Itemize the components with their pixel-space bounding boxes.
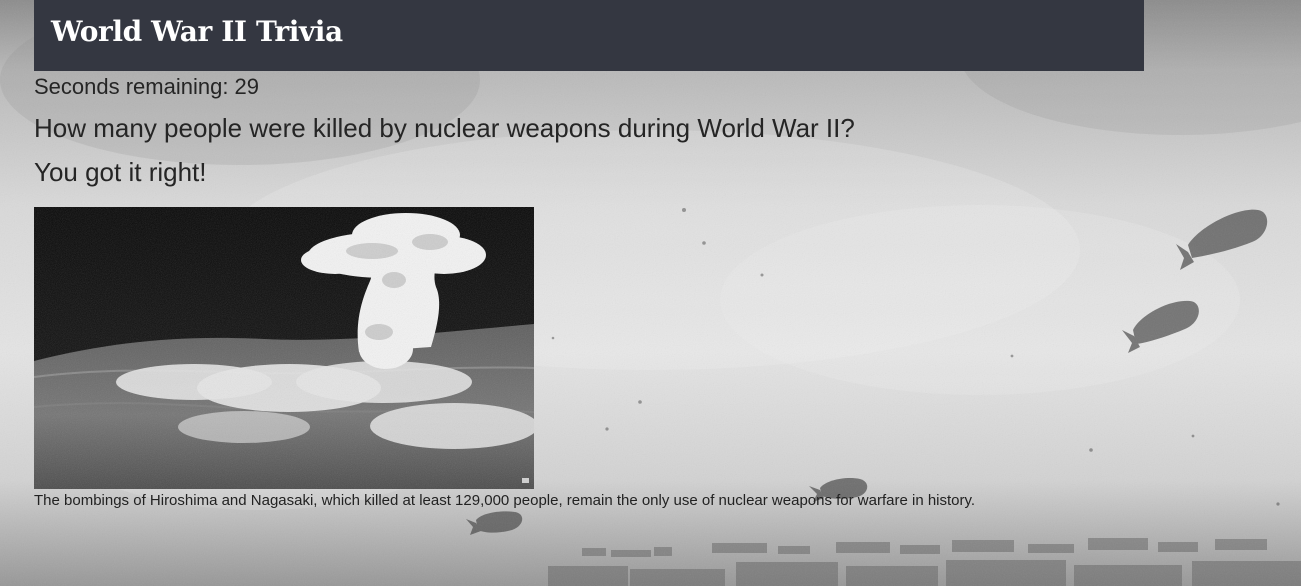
answer-feedback: You got it right!: [34, 157, 207, 187]
mushroom-cloud-image: [34, 207, 534, 489]
image-caption: The bombings of Hiroshima and Nagasaki, …: [34, 492, 976, 509]
header-bar: World War II Trivia: [34, 0, 1144, 71]
question-text: How many people were killed by nuclear w…: [34, 113, 855, 143]
timer-text: Seconds remaining: 29: [34, 74, 260, 99]
page-title: World War II Trivia: [51, 15, 343, 48]
